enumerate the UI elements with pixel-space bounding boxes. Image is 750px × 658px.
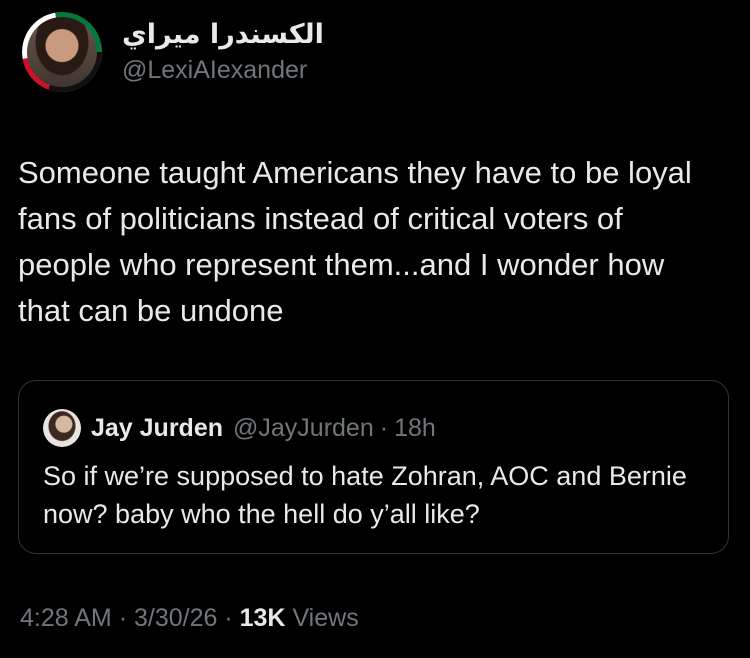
quoted-tweet-header: Jay Jurden @JayJurden · 18h — [43, 409, 436, 447]
tweet-metadata: 4:28 AM · 3/30/26 · 13K Views — [20, 604, 359, 633]
quoted-author-name[interactable]: Jay Jurden — [91, 414, 223, 443]
author-handle[interactable]: @LexiAIexander — [122, 54, 324, 86]
tweet-time[interactable]: 4:28 AM — [20, 604, 112, 632]
author-display-name[interactable]: الكسندرا ميراي — [122, 18, 324, 52]
author-avatar[interactable] — [22, 12, 102, 92]
quoted-tweet-text: So if we’re supposed to hate Zohran, AOC… — [43, 461, 687, 529]
quoted-separator: · — [379, 413, 389, 442]
views-label[interactable]: Views — [292, 604, 358, 632]
quoted-timestamp[interactable]: 18h — [394, 414, 436, 443]
views-count[interactable]: 13K — [240, 604, 286, 632]
quoted-tweet-card[interactable]: Jay Jurden @JayJurden · 18h So if we’re … — [18, 380, 729, 554]
meta-separator: · — [224, 604, 233, 632]
tweet-date[interactable]: 3/30/26 — [134, 604, 217, 632]
tweet-header: الكسندرا ميراي @LexiAIexander — [22, 12, 324, 92]
author-names: الكسندرا ميراي @LexiAIexander — [122, 18, 324, 86]
quoted-author-handle[interactable]: @JayJurden — [233, 414, 374, 443]
tweet-container: الكسندرا ميراي @LexiAIexander Someone ta… — [0, 0, 750, 658]
meta-separator: · — [118, 604, 128, 632]
flag-ring-icon — [22, 12, 102, 92]
quoted-author-avatar[interactable] — [43, 409, 81, 447]
tweet-text: Someone taught Americans they have to be… — [18, 155, 692, 328]
